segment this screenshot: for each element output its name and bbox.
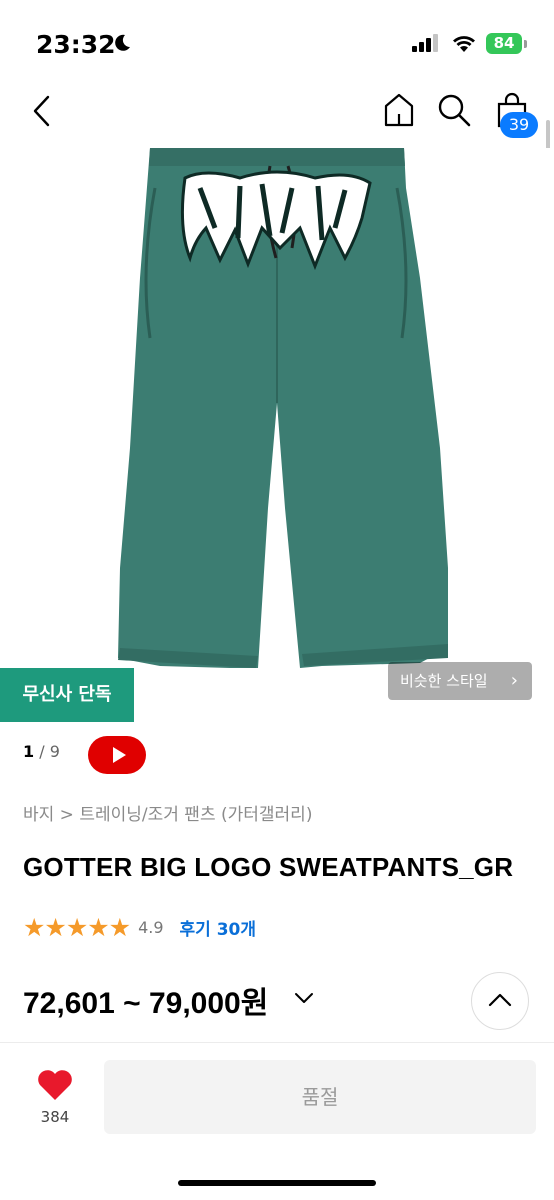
battery-level: 84 — [493, 34, 515, 52]
rating-value: 4.9 — [138, 917, 164, 937]
price-range[interactable]: 72,601 ~ 79,000원 — [23, 978, 268, 1022]
top-navigation: 39 — [0, 80, 554, 146]
signal-icon — [412, 34, 438, 52]
similar-style-button[interactable]: 비슷한 스타일 › — [388, 662, 532, 700]
status-bar: 23:32 84 — [0, 0, 554, 80]
exclusive-badge: 무신사 단독 — [0, 668, 134, 722]
chevron-up-icon — [488, 993, 512, 1007]
search-icon[interactable] — [436, 92, 472, 128]
product-image[interactable] — [0, 148, 554, 720]
like-count: 384 — [40, 1108, 70, 1126]
image-pager: 1 / 9 — [23, 742, 60, 761]
moon-icon — [115, 34, 130, 51]
battery-tip — [524, 40, 527, 48]
rating-row: ★★★★★ 4.9 후기 30개 — [23, 912, 256, 942]
star-rating-icon: ★★★★★ — [23, 912, 131, 942]
home-indicator[interactable] — [178, 1180, 376, 1186]
wifi-icon — [453, 36, 475, 52]
reviews-link[interactable]: 후기 30개 — [180, 915, 257, 940]
breadcrumb[interactable]: 바지 > 트레이닝/조거 팬츠 (가터갤러리) — [23, 800, 312, 825]
pager-current: 1 — [23, 742, 35, 761]
heart-icon — [38, 1070, 72, 1100]
home-icon[interactable] — [382, 92, 416, 128]
pager-total: / 9 — [34, 742, 60, 761]
similar-style-label: 비슷한 스타일 — [400, 672, 488, 690]
chevron-down-icon[interactable] — [292, 988, 316, 1008]
status-time: 23:32 — [36, 30, 116, 59]
product-title: GOTTER BIG LOGO SWEATPANTS_GR — [23, 852, 514, 882]
scroll-top-button[interactable] — [471, 972, 529, 1030]
battery-indicator: 84 — [486, 33, 522, 54]
sweatpants-image — [0, 148, 554, 720]
back-arrow-icon[interactable] — [28, 94, 56, 128]
youtube-play-icon[interactable] — [88, 736, 146, 774]
soldout-button[interactable]: 품절 — [104, 1060, 536, 1134]
chevron-right-icon: › — [510, 670, 518, 691]
divider — [0, 1042, 554, 1043]
cart-count-badge[interactable]: 39 — [500, 112, 538, 138]
